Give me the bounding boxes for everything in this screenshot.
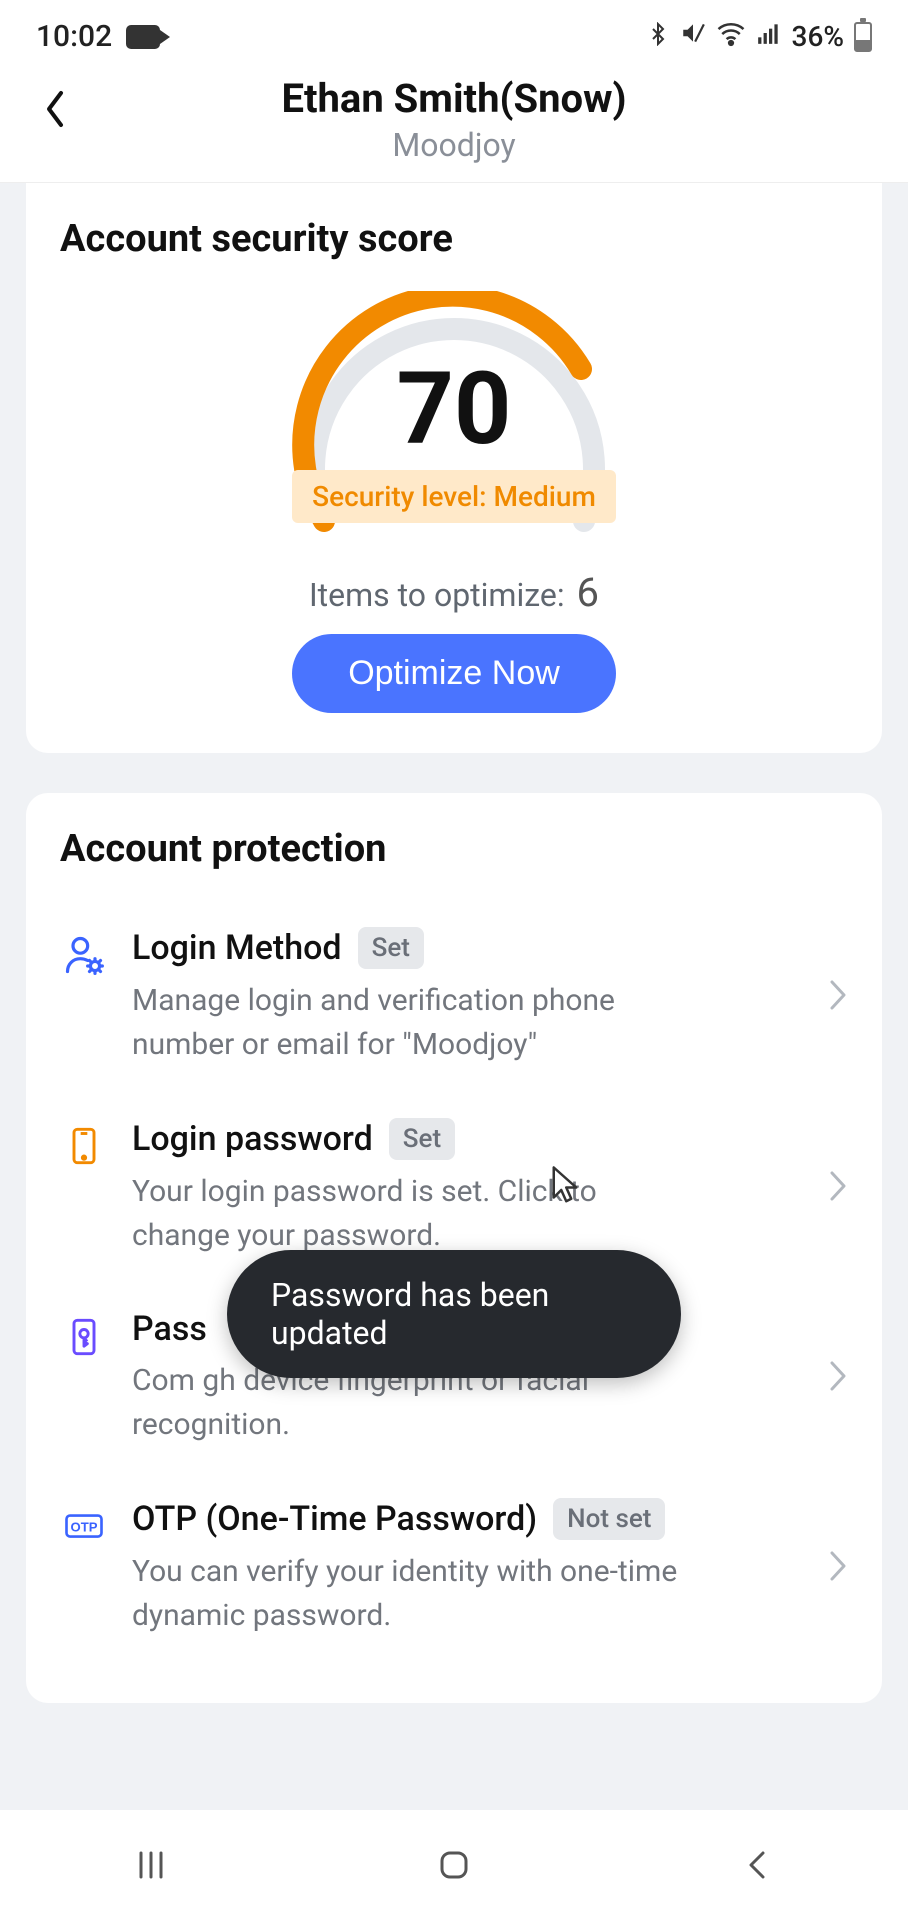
signal-icon bbox=[756, 20, 782, 53]
mute-icon bbox=[680, 20, 706, 53]
phone-icon bbox=[60, 1122, 108, 1170]
battery-icon bbox=[854, 22, 872, 52]
chevron-right-icon bbox=[828, 1359, 848, 1397]
status-bar: 10:02 36% bbox=[0, 0, 908, 65]
chevron-right-icon bbox=[828, 1549, 848, 1587]
page-subtitle: Moodjoy bbox=[0, 126, 908, 164]
protection-item-desc: Manage login and verification phone numb… bbox=[132, 979, 692, 1066]
chevron-right-icon bbox=[828, 978, 848, 1016]
protection-item-title: Login Method bbox=[132, 928, 342, 968]
status-badge: Not set bbox=[553, 1498, 665, 1540]
page-title: Ethan Smith(Snow) bbox=[0, 75, 908, 122]
protection-item-desc: Your login password is set. Click to cha… bbox=[132, 1170, 692, 1257]
wifi-icon bbox=[716, 18, 746, 55]
security-score-title: Account security score bbox=[60, 217, 848, 261]
recents-button[interactable] bbox=[91, 1835, 211, 1895]
protection-item-title: OTP (One-Time Password) bbox=[132, 1499, 537, 1539]
optimize-now-button[interactable]: Optimize Now bbox=[292, 634, 616, 713]
system-nav-bar bbox=[0, 1810, 908, 1920]
status-badge: Set bbox=[389, 1118, 455, 1160]
clock: 10:02 bbox=[36, 19, 112, 54]
protection-item-desc: You can verify your identity with one-ti… bbox=[132, 1550, 692, 1637]
protection-item-login-method[interactable]: Login Method Set Manage login and verifi… bbox=[60, 901, 848, 1092]
otp-icon: OTP bbox=[60, 1502, 108, 1550]
security-gauge: 70 Security level: Medium bbox=[284, 291, 624, 551]
status-icons: 36% bbox=[646, 18, 872, 55]
toast-message: Password has been updated bbox=[227, 1250, 681, 1378]
security-score-card: Account security score 70 Security level… bbox=[26, 183, 882, 753]
bluetooth-icon bbox=[646, 20, 670, 53]
security-level-badge: Security level: Medium bbox=[292, 470, 616, 523]
items-count: 6 bbox=[577, 569, 599, 616]
account-protection-title: Account protection bbox=[60, 827, 848, 871]
account-protection-card: Account protection Login Method Set bbox=[26, 793, 882, 1703]
back-button[interactable] bbox=[30, 79, 80, 139]
status-badge: Set bbox=[358, 927, 424, 969]
protection-item-title: Login password bbox=[132, 1119, 373, 1159]
key-phone-icon bbox=[60, 1313, 108, 1361]
protection-item-title: Pass bbox=[132, 1309, 207, 1349]
battery-percent: 36% bbox=[792, 20, 844, 53]
home-button[interactable] bbox=[394, 1835, 514, 1895]
chevron-right-icon bbox=[828, 1169, 848, 1207]
svg-text:OTP: OTP bbox=[71, 1519, 98, 1534]
security-score-value: 70 bbox=[397, 360, 512, 460]
nav-back-button[interactable] bbox=[697, 1835, 817, 1895]
cursor-icon bbox=[550, 1165, 580, 1209]
items-label: Items to optimize: bbox=[309, 576, 565, 614]
camera-icon bbox=[126, 25, 160, 49]
items-to-optimize: Items to optimize: 6 bbox=[309, 569, 599, 616]
app-header: Ethan Smith(Snow) Moodjoy bbox=[0, 65, 908, 183]
user-gear-icon bbox=[60, 931, 108, 979]
protection-item-otp[interactable]: OTP OTP (One-Time Password) Not set You … bbox=[60, 1472, 848, 1663]
